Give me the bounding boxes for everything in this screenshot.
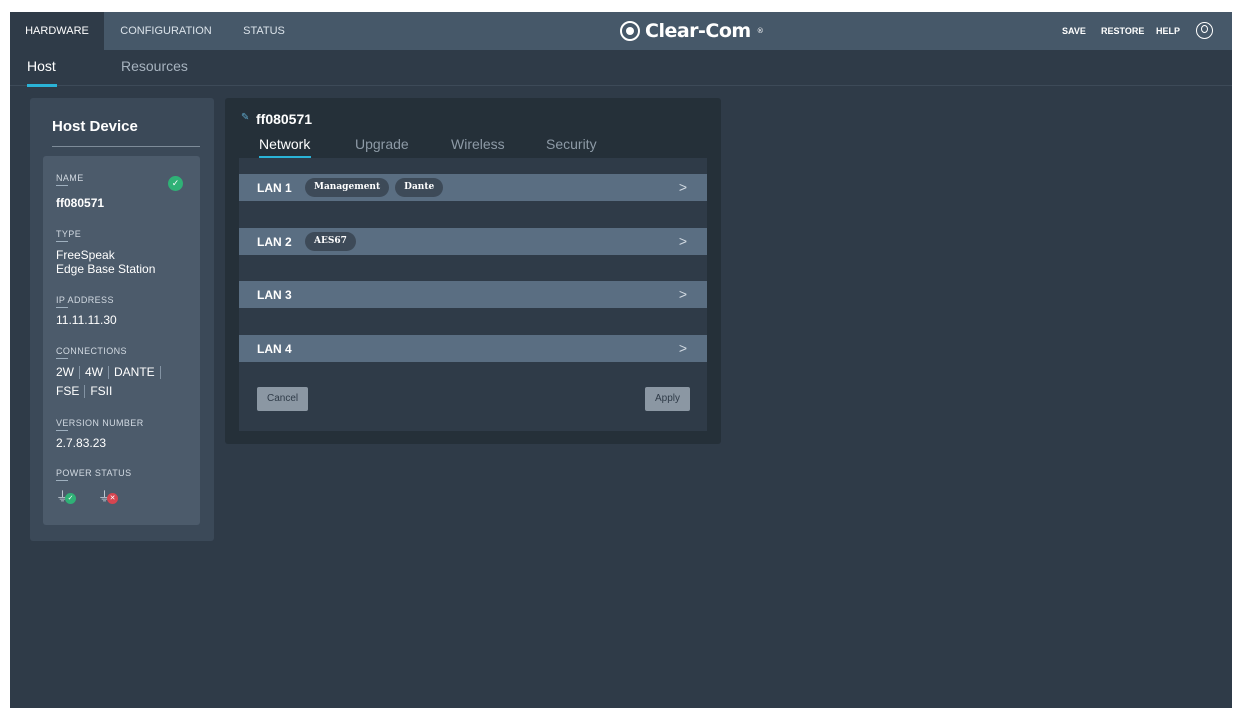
chevron-right-icon[interactable]: > [679,179,687,195]
restore-button[interactable]: RESTORE [1101,12,1144,50]
network-settings-content: LAN 1 Management Dante > LAN 2 AES67 > L… [239,158,707,431]
app-window: HARDWARE CONFIGURATION STATUS Clear-Com ®… [10,12,1232,708]
ip-address-value: 11.11.11.30 [56,313,117,327]
version-number-value: 2.7.83.23 [56,436,107,450]
connections-row-1: 2W 4W DANTE [56,366,161,379]
lan-label: LAN 3 [257,287,292,302]
lan-label: LAN 2 [257,234,292,249]
connection-dante: DANTE [109,366,161,379]
tab-network[interactable]: Network [259,136,310,152]
connection-4w: 4W [80,366,109,379]
name-ok-check-icon: ✓ [168,176,183,191]
power-supply-2: ⏚ ✕ [98,488,128,506]
clear-com-logo-mark-icon [620,21,640,41]
tab-security[interactable]: Security [546,136,597,152]
apply-button[interactable]: Apply [644,387,690,411]
power-status-indicators: ⏚ ✓ ⏚ ✕ [56,488,128,506]
sub-navigation: Host Resources [10,50,1232,87]
top-navigation-bar: HARDWARE CONFIGURATION STATUS Clear-Com ®… [10,12,1232,50]
lan-4-row[interactable]: LAN 4 > [239,335,707,362]
user-account-icon[interactable] [1196,22,1213,39]
type-label: TYPE [56,229,81,242]
clear-com-logo: Clear-Com ® [620,19,764,43]
tab-hardware[interactable]: HARDWARE [10,12,104,50]
tab-status[interactable]: STATUS [228,12,300,50]
title-divider [52,146,200,147]
device-settings-panel: ✎ ff080571 Network Upgrade Wireless Secu… [225,98,721,444]
lan-label: LAN 4 [257,341,292,356]
tab-wireless[interactable]: Wireless [451,136,505,152]
name-label: NAME [56,173,84,186]
type-value-line1: FreeSpeak [56,248,115,262]
save-button[interactable]: SAVE [1062,12,1086,50]
tab-upgrade[interactable]: Upgrade [355,136,409,152]
subtab-resources[interactable]: Resources [121,58,188,74]
power-fault-x-icon: ✕ [107,493,118,504]
tag-dante: Dante [395,178,444,197]
power-supply-1: ⏚ ✓ [56,488,86,506]
help-button[interactable]: HELP [1156,12,1180,50]
cancel-button[interactable]: Cancel [257,387,309,411]
power-ok-check-icon: ✓ [65,493,76,504]
chevron-right-icon[interactable]: > [679,286,687,302]
host-device-card: NAME ✓ ff080571 TYPE FreeSpeak Edge Base… [43,156,200,525]
lan-1-row[interactable]: LAN 1 Management Dante > [239,174,707,201]
host-device-title: Host Device [52,118,138,135]
version-number-label: VERSION NUMBER [56,418,144,431]
power-status-label: POWER STATUS [56,468,131,481]
connection-2w: 2W [56,366,80,379]
device-name[interactable]: ff080571 [256,111,312,127]
connection-fse: FSE [56,385,86,398]
active-subtab-indicator [27,84,57,87]
host-device-panel: Host Device NAME ✓ ff080571 TYPE FreeSpe… [30,98,214,541]
lan-3-row[interactable]: LAN 3 > [239,281,707,308]
connections-label: CONNECTIONS [56,346,127,359]
chevron-right-icon[interactable]: > [679,340,687,356]
type-value-line2: Edge Base Station [56,262,156,276]
logo-text: Clear-Com [645,20,751,42]
subtab-host[interactable]: Host [27,58,56,74]
chevron-right-icon[interactable]: > [679,233,687,249]
connections-row-2: FSE FSII [56,385,117,398]
tag-aes67: AES67 [305,232,356,251]
tag-management: Management [305,178,390,197]
name-value: ff080571 [56,196,105,210]
connection-fsii: FSII [90,384,113,398]
lan-label: LAN 1 [257,180,292,195]
ip-address-label: IP ADDRESS [56,295,114,308]
registered-mark: ® [756,27,764,35]
pencil-edit-icon[interactable]: ✎ [241,112,249,123]
lan-2-row[interactable]: LAN 2 AES67 > [239,228,707,255]
tab-configuration[interactable]: CONFIGURATION [104,12,228,50]
